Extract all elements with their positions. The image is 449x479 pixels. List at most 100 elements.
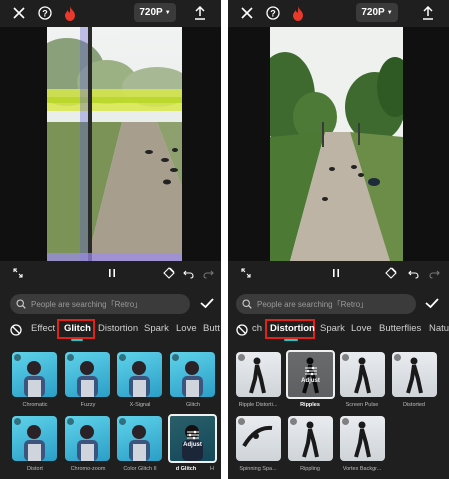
tab-love[interactable]: Love bbox=[351, 323, 372, 334]
fire-icon[interactable] bbox=[289, 4, 307, 22]
effect-thumb-distort[interactable] bbox=[12, 416, 57, 461]
tab-effect[interactable]: Effect bbox=[31, 323, 55, 334]
search-placeholder: People are searching「Retro」 bbox=[31, 299, 143, 309]
effect-thumb-screen-pulse[interactable] bbox=[340, 352, 385, 397]
effect-label: Chromo-zoom bbox=[70, 466, 106, 472]
effect-label: X-Signal bbox=[129, 402, 151, 408]
adjust-label: Adjust bbox=[301, 377, 320, 384]
tab-spark[interactable]: Spark bbox=[320, 323, 345, 334]
effect-thumb-x-signal[interactable] bbox=[117, 352, 162, 397]
effect-label: Rippling bbox=[300, 466, 320, 472]
effect-label: Distorted bbox=[402, 402, 425, 408]
download-icon bbox=[290, 418, 297, 425]
resolution-button[interactable]: 720P ▼ bbox=[134, 3, 176, 22]
close-icon[interactable] bbox=[10, 4, 28, 22]
download-icon bbox=[342, 354, 349, 361]
top-bar: ? 720P ▼ bbox=[0, 0, 221, 26]
fullscreen-icon[interactable] bbox=[10, 265, 26, 281]
help-icon[interactable]: ? bbox=[36, 4, 54, 22]
playback-controls bbox=[0, 262, 221, 284]
undo-icon[interactable] bbox=[405, 265, 421, 281]
resolution-button[interactable]: 720P ▼ bbox=[356, 3, 398, 22]
effect-label: Color Glitch II bbox=[123, 466, 157, 472]
download-icon bbox=[119, 418, 126, 425]
none-icon[interactable] bbox=[10, 323, 22, 336]
download-icon bbox=[238, 354, 245, 361]
effect-thumb-rippling[interactable] bbox=[288, 416, 333, 461]
search-input[interactable]: People are searching「Retro」 bbox=[236, 294, 416, 314]
effect-thumb-selected[interactable]: Adjust bbox=[168, 414, 217, 463]
tab-distortion[interactable]: Distortion bbox=[270, 323, 315, 334]
video-preview[interactable] bbox=[228, 27, 449, 261]
effect-label: Fuzzy bbox=[80, 402, 96, 408]
tab-glitch[interactable]: ch bbox=[252, 323, 262, 334]
tab-glitch[interactable]: Glitch bbox=[64, 323, 91, 334]
effect-thumb-glitch[interactable] bbox=[170, 352, 215, 397]
caret-down-icon: ▼ bbox=[164, 9, 171, 16]
adjust-icon bbox=[186, 430, 199, 439]
tab-nature[interactable]: Natu bbox=[429, 323, 449, 334]
effect-thumb-chromo-zoom[interactable] bbox=[65, 416, 110, 461]
adjust-overlay[interactable]: Adjust bbox=[170, 416, 215, 461]
undo-icon[interactable] bbox=[180, 265, 196, 281]
download-icon bbox=[14, 354, 21, 361]
effect-label: Screen Pulse bbox=[345, 402, 379, 408]
effect-thumb-spinning-space[interactable] bbox=[236, 416, 281, 461]
video-frame bbox=[270, 27, 403, 261]
effect-label: Chromatic bbox=[22, 402, 48, 408]
effect-thumb-vortex-background[interactable] bbox=[340, 416, 385, 461]
download-icon bbox=[172, 354, 179, 361]
effect-thumb-distorted[interactable] bbox=[392, 352, 437, 397]
tab-distortion[interactable]: Distortion bbox=[98, 323, 138, 334]
right-editor-panel: ? 720P ▼ People are searching「Retro」 ch … bbox=[228, 0, 449, 479]
search-icon bbox=[16, 299, 26, 309]
help-icon[interactable]: ? bbox=[264, 4, 282, 22]
pause-icon[interactable] bbox=[328, 265, 344, 281]
tab-butterflies[interactable]: Butt bbox=[203, 323, 220, 334]
left-editor-panel: ? 720P ▼ People are searching「Retro」 Eff… bbox=[0, 0, 221, 479]
adjust-overlay[interactable]: Adjust bbox=[288, 352, 333, 397]
fire-icon[interactable] bbox=[61, 4, 79, 22]
export-icon[interactable] bbox=[419, 4, 437, 22]
search-input[interactable]: People are searching「Retro」 bbox=[10, 294, 190, 314]
video-preview[interactable] bbox=[0, 27, 221, 261]
none-icon[interactable] bbox=[236, 323, 248, 336]
download-icon bbox=[238, 418, 245, 425]
caret-down-icon: ▼ bbox=[386, 9, 393, 16]
tab-butterflies[interactable]: Butterflies bbox=[379, 323, 421, 334]
playback-controls bbox=[228, 262, 449, 284]
effect-category-tabs: Effect Glitch Distortion Spark Love Butt bbox=[0, 319, 221, 341]
effect-thumb-ripples[interactable]: Adjust bbox=[286, 350, 335, 399]
close-icon[interactable] bbox=[238, 4, 256, 22]
search-placeholder: People are searching「Retro」 bbox=[257, 299, 369, 309]
download-icon bbox=[14, 418, 21, 425]
resolution-label: 720P bbox=[139, 7, 163, 18]
download-icon bbox=[67, 418, 74, 425]
effect-label: Ripple Distorti... bbox=[238, 402, 278, 408]
effect-thumb-color-glitch[interactable] bbox=[117, 416, 162, 461]
download-icon bbox=[119, 354, 126, 361]
download-icon bbox=[342, 418, 349, 425]
confirm-icon[interactable] bbox=[424, 295, 440, 311]
top-bar: ? 720P ▼ bbox=[228, 0, 449, 26]
keyframe-icon[interactable] bbox=[161, 265, 177, 281]
effect-thumb-fuzzy[interactable] bbox=[65, 352, 110, 397]
redo-icon[interactable] bbox=[426, 265, 442, 281]
export-icon[interactable] bbox=[191, 4, 209, 22]
download-icon bbox=[67, 354, 74, 361]
effect-thumb-chromatic[interactable] bbox=[12, 352, 57, 397]
tab-spark[interactable]: Spark bbox=[144, 323, 169, 334]
keyframe-icon[interactable] bbox=[383, 265, 399, 281]
confirm-icon[interactable] bbox=[199, 295, 215, 311]
effect-label: Spinning Spa... bbox=[239, 466, 277, 472]
svg-text:?: ? bbox=[270, 9, 276, 19]
effect-category-tabs: ch Distortion Spark Love Butterflies Nat… bbox=[228, 319, 449, 341]
resolution-label: 720P bbox=[361, 7, 385, 18]
pause-icon[interactable] bbox=[104, 265, 120, 281]
active-tab-indicator bbox=[71, 339, 83, 341]
fullscreen-icon[interactable] bbox=[238, 265, 254, 281]
svg-text:?: ? bbox=[42, 9, 48, 19]
redo-icon[interactable] bbox=[200, 265, 216, 281]
tab-love[interactable]: Love bbox=[176, 323, 197, 334]
effect-thumb-ripple-distortion[interactable] bbox=[236, 352, 281, 397]
